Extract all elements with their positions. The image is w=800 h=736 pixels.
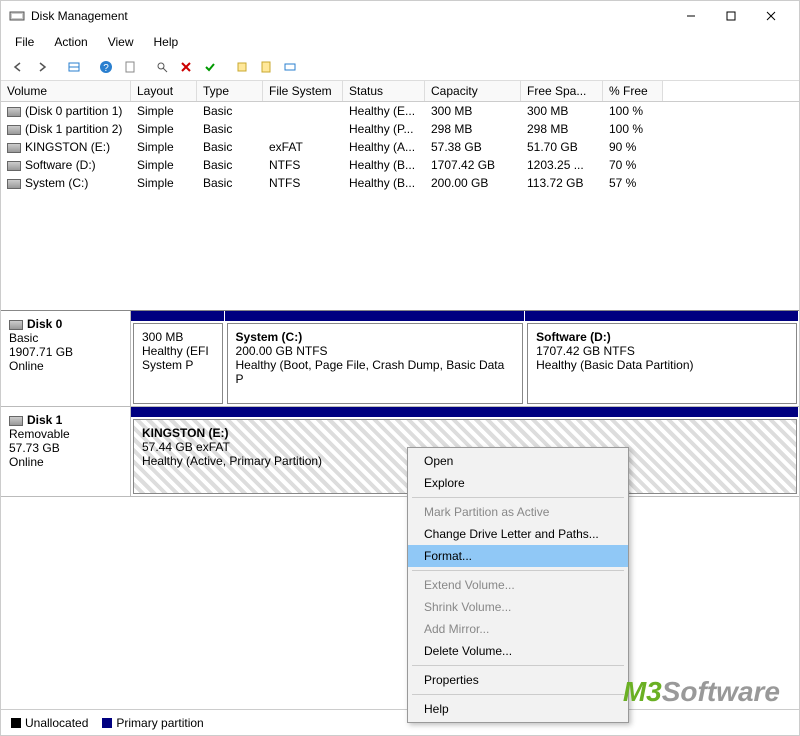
ctx-shrink-volume: Shrink Volume... xyxy=(408,596,628,618)
app-icon xyxy=(9,8,25,24)
new-icon[interactable] xyxy=(231,56,253,78)
disk-map: Disk 0Basic1907.71 GBOnline300 MBHealthy… xyxy=(1,311,799,709)
back-icon[interactable] xyxy=(7,56,29,78)
delete-icon[interactable] xyxy=(175,56,197,78)
ctx-explore[interactable]: Explore xyxy=(408,472,628,494)
ctx-open[interactable]: Open xyxy=(408,450,628,472)
partition-box[interactable]: Software (D:)1707.42 GB NTFSHealthy (Bas… xyxy=(527,323,797,404)
disk-row: Disk 1Removable57.73 GBOnlineKINGSTON (E… xyxy=(1,407,799,497)
volume-list: Volume Layout Type File System Status Ca… xyxy=(1,81,799,311)
window-controls xyxy=(671,2,791,30)
window-title: Disk Management xyxy=(31,9,671,23)
search-icon[interactable] xyxy=(151,56,173,78)
ctx-add-mirror: Add Mirror... xyxy=(408,618,628,640)
minimize-button[interactable] xyxy=(671,2,711,30)
ctx-help[interactable]: Help xyxy=(408,698,628,720)
maximize-button[interactable] xyxy=(711,2,751,30)
drive-icon xyxy=(7,125,21,135)
volume-row[interactable]: (Disk 0 partition 1) SimpleBasic Healthy… xyxy=(1,102,799,120)
menu-action[interactable]: Action xyxy=(46,33,95,51)
col-capacity[interactable]: Capacity xyxy=(425,81,521,101)
disk-row: Disk 0Basic1907.71 GBOnline300 MBHealthy… xyxy=(1,311,799,407)
panel-icon[interactable] xyxy=(63,56,85,78)
ctx-properties[interactable]: Properties xyxy=(408,669,628,691)
menubar: File Action View Help xyxy=(1,31,799,53)
partition-box[interactable]: System (C:)200.00 GB NTFSHealthy (Boot, … xyxy=(227,323,524,404)
ctx-mark-partition-as-active: Mark Partition as Active xyxy=(408,501,628,523)
menu-view[interactable]: View xyxy=(100,33,142,51)
legend-unallocated: Unallocated xyxy=(11,716,88,730)
col-type[interactable]: Type xyxy=(197,81,263,101)
col-layout[interactable]: Layout xyxy=(131,81,197,101)
disk-info: Disk 0Basic1907.71 GBOnline xyxy=(1,311,131,406)
disk-icon xyxy=(9,416,23,426)
volume-row[interactable]: System (C:) SimpleBasic NTFSHealthy (B..… xyxy=(1,174,799,192)
drive-icon xyxy=(7,107,21,117)
props-icon[interactable] xyxy=(279,56,301,78)
disk-info: Disk 1Removable57.73 GBOnline xyxy=(1,407,131,496)
svg-text:?: ? xyxy=(103,63,109,74)
disk-management-window: Disk Management File Action View Help ? … xyxy=(0,0,800,736)
doc-icon[interactable] xyxy=(255,56,277,78)
close-button[interactable] xyxy=(751,2,791,30)
volume-row[interactable]: (Disk 1 partition 2) SimpleBasic Healthy… xyxy=(1,120,799,138)
col-filesystem[interactable]: File System xyxy=(263,81,343,101)
volume-list-header: Volume Layout Type File System Status Ca… xyxy=(1,81,799,102)
col-volume[interactable]: Volume xyxy=(1,81,131,101)
col-free[interactable]: Free Spa... xyxy=(521,81,603,101)
menu-file[interactable]: File xyxy=(7,33,42,51)
legend-primary: Primary partition xyxy=(102,716,203,730)
toolbar: ? xyxy=(1,53,799,81)
titlebar: Disk Management xyxy=(1,1,799,31)
check-icon[interactable] xyxy=(199,56,221,78)
watermark: M3Software xyxy=(623,676,780,708)
menu-help[interactable]: Help xyxy=(146,33,187,51)
context-menu: OpenExplore Mark Partition as ActiveChang… xyxy=(407,447,629,723)
ctx-change-drive-letter-and-paths[interactable]: Change Drive Letter and Paths... xyxy=(408,523,628,545)
volume-row[interactable]: Software (D:) SimpleBasic NTFSHealthy (B… xyxy=(1,156,799,174)
drive-icon xyxy=(7,143,21,153)
drive-icon xyxy=(7,179,21,189)
legend: Unallocated Primary partition xyxy=(1,709,799,735)
drive-icon xyxy=(7,161,21,171)
ctx-format[interactable]: Format... xyxy=(408,545,628,567)
help-icon[interactable]: ? xyxy=(95,56,117,78)
volume-row[interactable]: KINGSTON (E:) SimpleBasic exFATHealthy (… xyxy=(1,138,799,156)
col-pctfree[interactable]: % Free xyxy=(603,81,663,101)
ctx-extend-volume: Extend Volume... xyxy=(408,574,628,596)
disk-icon xyxy=(9,320,23,330)
col-status[interactable]: Status xyxy=(343,81,425,101)
forward-icon[interactable] xyxy=(31,56,53,78)
ctx-delete-volume[interactable]: Delete Volume... xyxy=(408,640,628,662)
sheet-icon[interactable] xyxy=(119,56,141,78)
partition-box[interactable]: 300 MBHealthy (EFI System P xyxy=(133,323,223,404)
